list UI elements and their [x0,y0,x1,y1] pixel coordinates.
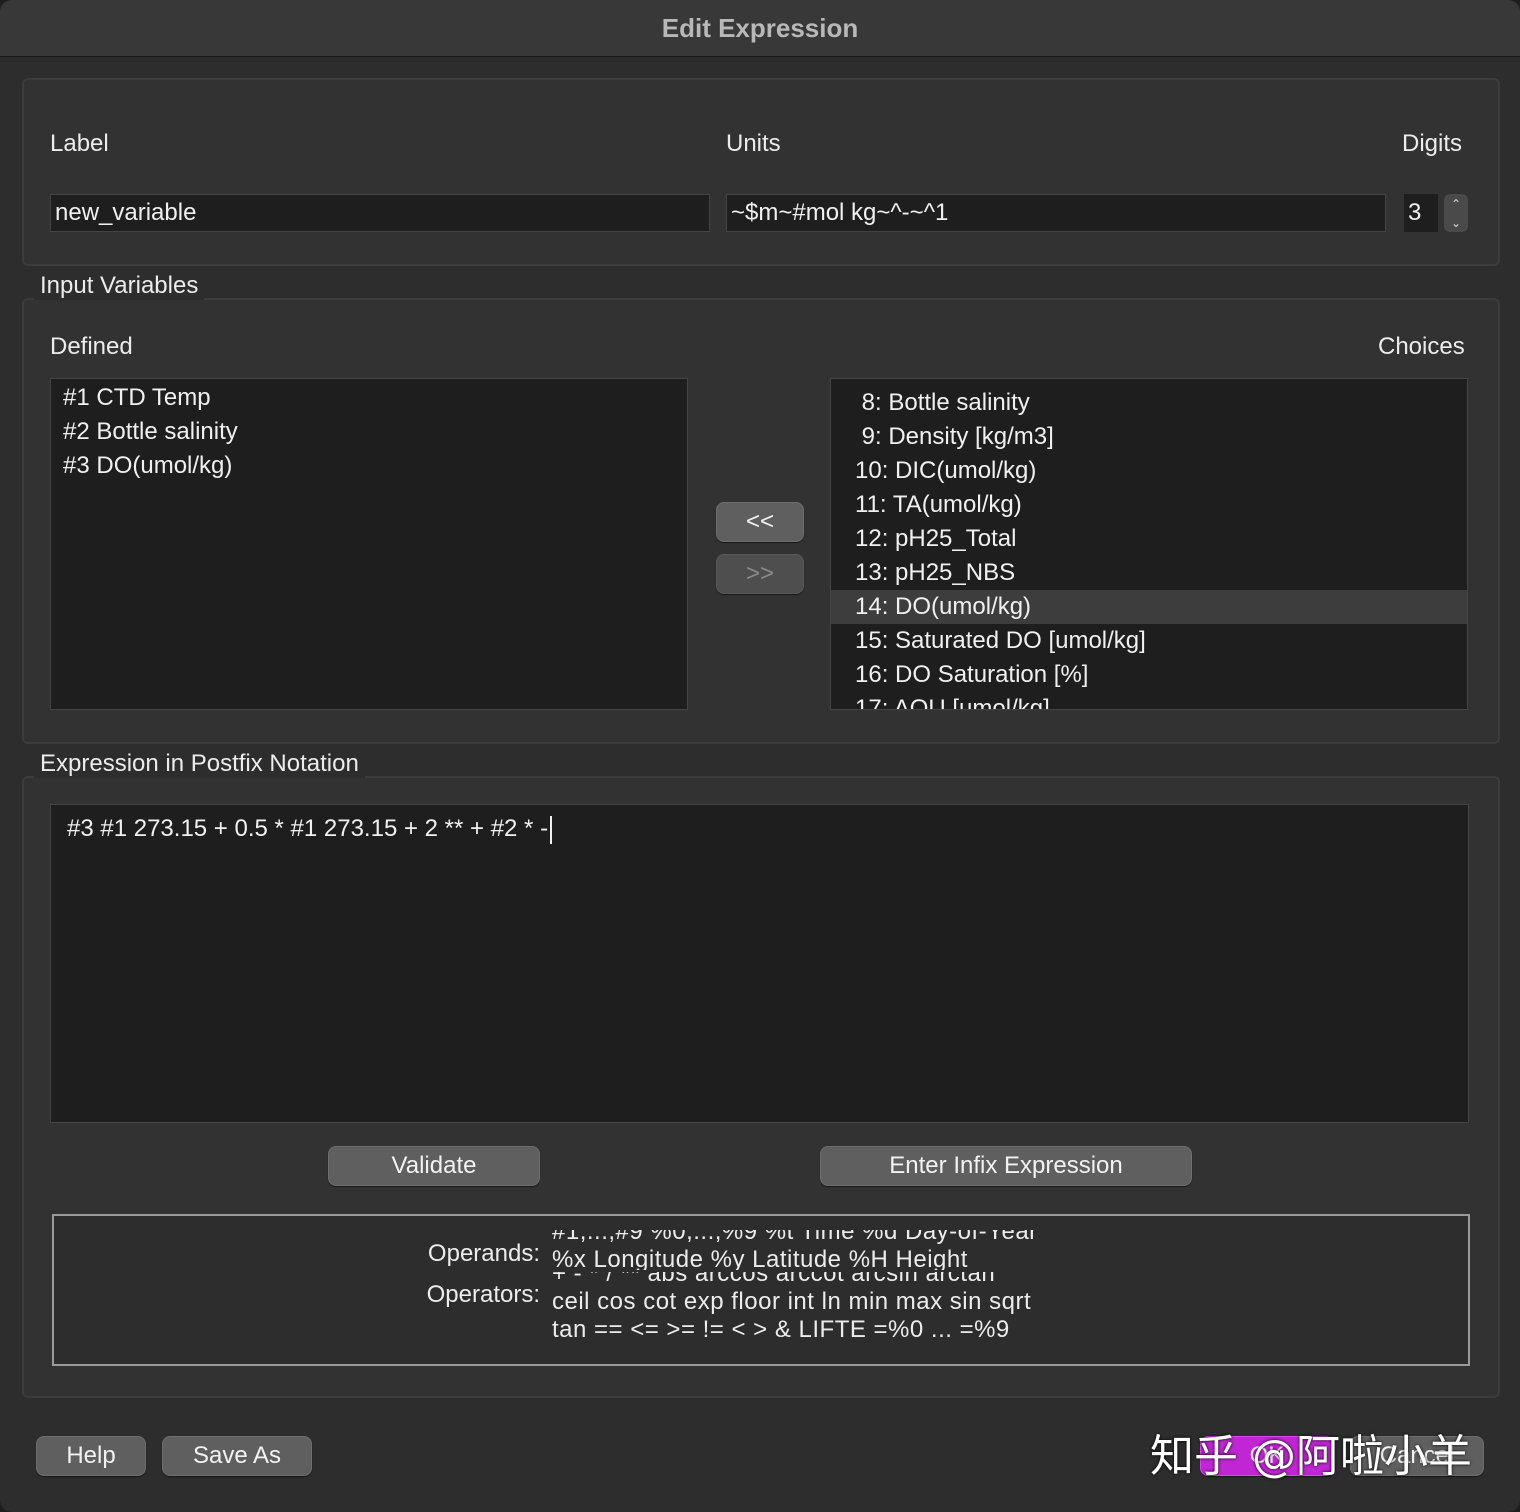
list-item[interactable]: 13: pH25_NBS [831,556,1467,590]
help-button[interactable]: Help [36,1436,146,1476]
units-input[interactable]: ~$m~#mol kg~^-~^1 [726,194,1386,232]
list-item[interactable]: #3 DO(umol/kg) [63,449,687,483]
operators-line: ceil cos cot exp floor int ln min max si… [552,1288,1032,1315]
chevron-up-icon[interactable]: ⌃ [1451,197,1461,211]
operands-list: #1,...,#9 %0,...,%9 %t Time %d Day-of-Ye… [552,1230,1152,1270]
list-item[interactable]: 16: DO Saturation [%] [831,658,1467,692]
digits-header: Digits [1402,130,1463,157]
operators-list: + - * / ** abs arccos arccot arcsin arct… [552,1272,1152,1340]
list-item[interactable]: 17: AOU [umol/kg] [831,692,1467,709]
edit-expression-window: Edit Expression Label Units Digits new_v… [0,0,1520,1512]
save-as-button[interactable]: Save As [162,1436,312,1476]
watermark-text: 知乎 @阿啦小羊 [1150,1431,1472,1482]
list-item[interactable]: 15: Saturated DO [umol/kg] [831,624,1467,658]
text-caret [550,815,553,844]
list-item[interactable]: 9: Density [kg/m3] [831,420,1467,454]
operands-label: Operands: [427,1240,540,1267]
list-item[interactable]: 11: TA(umol/kg) [831,488,1467,522]
chevron-down-icon[interactable]: ⌄ [1451,216,1461,230]
list-item[interactable]: #1 CTD Temp [63,381,687,415]
operands-line: %x Longitude %y Latitude %H Height [552,1246,968,1270]
add-variable-button[interactable]: << [716,502,804,542]
validate-button[interactable]: Validate [328,1146,540,1186]
expression-textarea[interactable]: #3 #1 273.15 + 0.5 * #1 273.15 + 2 ** + … [50,804,1469,1123]
operators-label: Operators: [426,1281,540,1308]
list-item[interactable]: 12: pH25_Total [831,522,1467,556]
label-header: Label [50,130,109,157]
units-header: Units [726,130,781,157]
enter-infix-button[interactable]: Enter Infix Expression [820,1146,1192,1186]
operators-line: tan == <= >= != < > & LIFTE =%0 ... =%9 [552,1316,1010,1340]
operands-line: #1,...,#9 %0,...,%9 %t Time %d Day-of-Ye… [552,1230,1038,1245]
digits-stepper[interactable]: ⌃ ⌄ [1444,194,1468,232]
choices-list[interactable]: 8: Bottle salinity 9: Density [kg/m3] 10… [830,378,1468,710]
label-units-group [22,78,1500,266]
label-input[interactable]: new_variable [50,194,710,232]
defined-list[interactable]: #1 CTD Temp #2 Bottle salinity #3 DO(umo… [50,378,688,710]
list-item[interactable]: #2 Bottle salinity [63,415,687,449]
expression-title: Expression in Postfix Notation [34,750,365,778]
operators-line: + - * / ** abs arccos arccot arcsin arct… [552,1272,996,1287]
list-item[interactable]: 10: DIC(umol/kg) [831,454,1467,488]
input-variables-title: Input Variables [34,272,205,300]
digits-input[interactable]: 3 [1404,194,1438,232]
window-title: Edit Expression [661,12,859,43]
title-bar: Edit Expression [0,0,1520,57]
list-item-selected[interactable]: 14: DO(umol/kg) [831,590,1467,624]
choices-header: Choices [1378,333,1465,360]
list-item[interactable]: 8: Bottle salinity [831,386,1467,420]
remove-variable-button[interactable]: >> [716,554,804,594]
expression-text: #3 #1 273.15 + 0.5 * #1 273.15 + 2 ** + … [67,815,549,842]
defined-header: Defined [50,333,133,360]
